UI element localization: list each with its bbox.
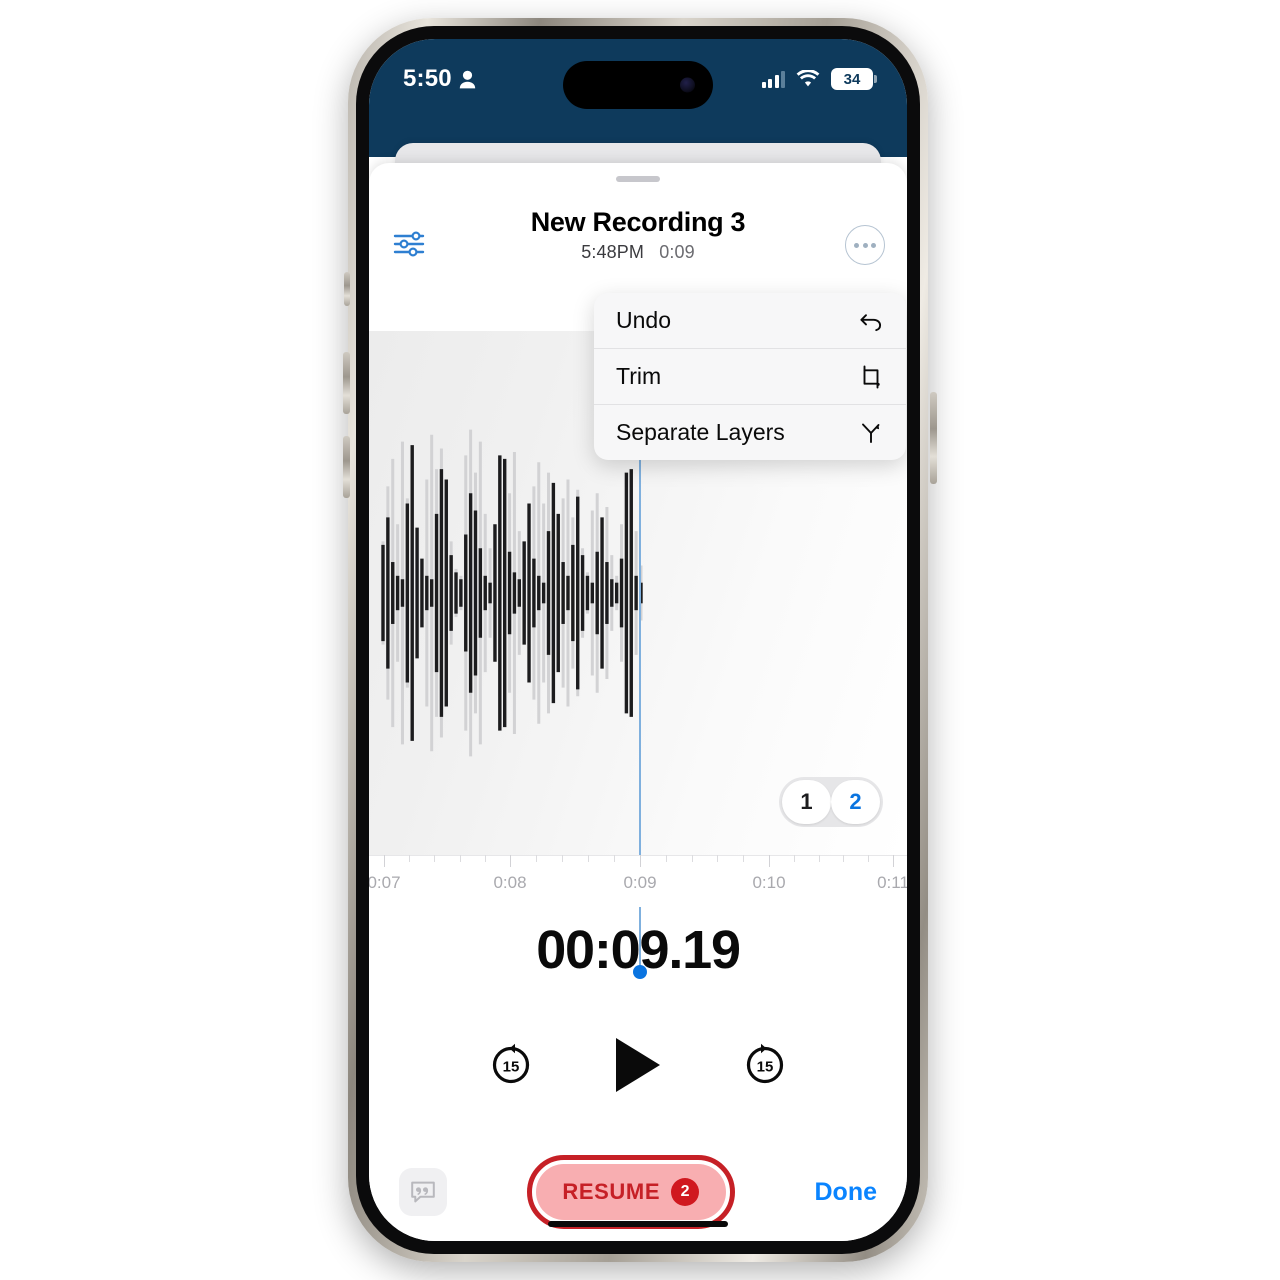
cellular-signal-icon	[761, 70, 785, 88]
menu-item-separate-layers-label: Separate Layers	[616, 419, 785, 445]
resume-button[interactable]: RESUME 2	[526, 1155, 735, 1229]
recording-sheet: New Recording 3 5:48PM 0:09 1 2 0:07 0:0…	[369, 163, 907, 1241]
home-indicator	[548, 1221, 728, 1227]
branch-split-icon	[858, 420, 884, 446]
sheet-drag-handle[interactable]	[616, 176, 660, 182]
resume-badge: 2	[671, 1178, 700, 1206]
status-bar-left: 5:50	[403, 65, 476, 93]
svg-text:15: 15	[503, 1059, 520, 1076]
layer-toggle[interactable]: 1 2	[779, 777, 883, 827]
phone-screen: 5:50 34 New Recording 3 5:48PM 0:09 1 2 …	[369, 39, 907, 1241]
tick-label-2: 0:09	[623, 873, 657, 892]
recording-duration: 0:09	[659, 242, 695, 262]
skip-forward-15-icon[interactable]: 15	[740, 1040, 790, 1090]
dynamic-island	[563, 61, 713, 109]
front-camera-icon	[680, 77, 695, 93]
svg-text:15: 15	[757, 1059, 774, 1076]
timeline-baseline	[369, 855, 907, 856]
person-icon	[459, 70, 476, 88]
tick-label-4: 0:11	[877, 873, 907, 892]
layer-option-1[interactable]: 1	[782, 780, 831, 824]
menu-item-separate-layers[interactable]: Separate Layers	[594, 405, 906, 460]
battery-indicator: 34	[831, 68, 877, 90]
recording-title-block: New Recording 3 5:48PM 0:09	[369, 207, 907, 263]
recording-header: New Recording 3 5:48PM 0:09	[369, 207, 907, 293]
page-title: New Recording 3	[530, 207, 746, 237]
volume-up-button[interactable]	[343, 352, 350, 414]
undo-arrow-icon	[858, 308, 884, 334]
playback-controls: 15 15	[369, 1021, 907, 1109]
transcript-quote-icon[interactable]	[399, 1168, 447, 1216]
battery-level-label: 34	[843, 70, 861, 88]
done-button[interactable]: Done	[815, 1178, 878, 1207]
waveform-layer-2	[381, 445, 643, 741]
more-options-icon[interactable]	[845, 225, 885, 265]
resume-button-fill: RESUME 2	[535, 1164, 726, 1220]
silence-switch[interactable]	[344, 272, 350, 306]
menu-item-trim[interactable]: Trim	[594, 349, 906, 404]
screenshot-root: 5:50 34 New Recording 3 5:48PM 0:09 1 2 …	[0, 0, 1280, 1280]
menu-item-undo[interactable]: Undo	[594, 293, 906, 348]
crop-trim-icon	[858, 364, 884, 390]
menu-item-undo-label: Undo	[616, 307, 671, 333]
context-menu[interactable]: Undo Trim Separate Layers	[594, 293, 906, 460]
recording-subtitle: 5:48PM 0:09	[369, 242, 907, 263]
tick-label-3: 0:10	[752, 873, 786, 892]
recording-timestamp: 5:48PM	[581, 242, 644, 262]
volume-down-button[interactable]	[343, 436, 350, 498]
play-icon[interactable]	[616, 1038, 660, 1092]
status-bar-time: 5:50	[403, 65, 452, 92]
layer-option-2[interactable]: 2	[831, 780, 880, 824]
timeline-ruler[interactable]: 0:07 0:08 0:09 0:10 0:11	[369, 855, 907, 907]
wifi-icon	[796, 70, 820, 87]
menu-item-trim-label: Trim	[616, 363, 662, 389]
skip-back-15-icon[interactable]: 15	[486, 1040, 536, 1090]
power-button[interactable]	[930, 392, 937, 484]
tick-label-0: 0:07	[369, 873, 401, 892]
status-bar-right: 34	[761, 68, 877, 90]
tick-label-1: 0:08	[493, 873, 527, 892]
resume-button-label: RESUME	[562, 1179, 661, 1204]
playback-timer: 00:09.19	[536, 920, 741, 980]
